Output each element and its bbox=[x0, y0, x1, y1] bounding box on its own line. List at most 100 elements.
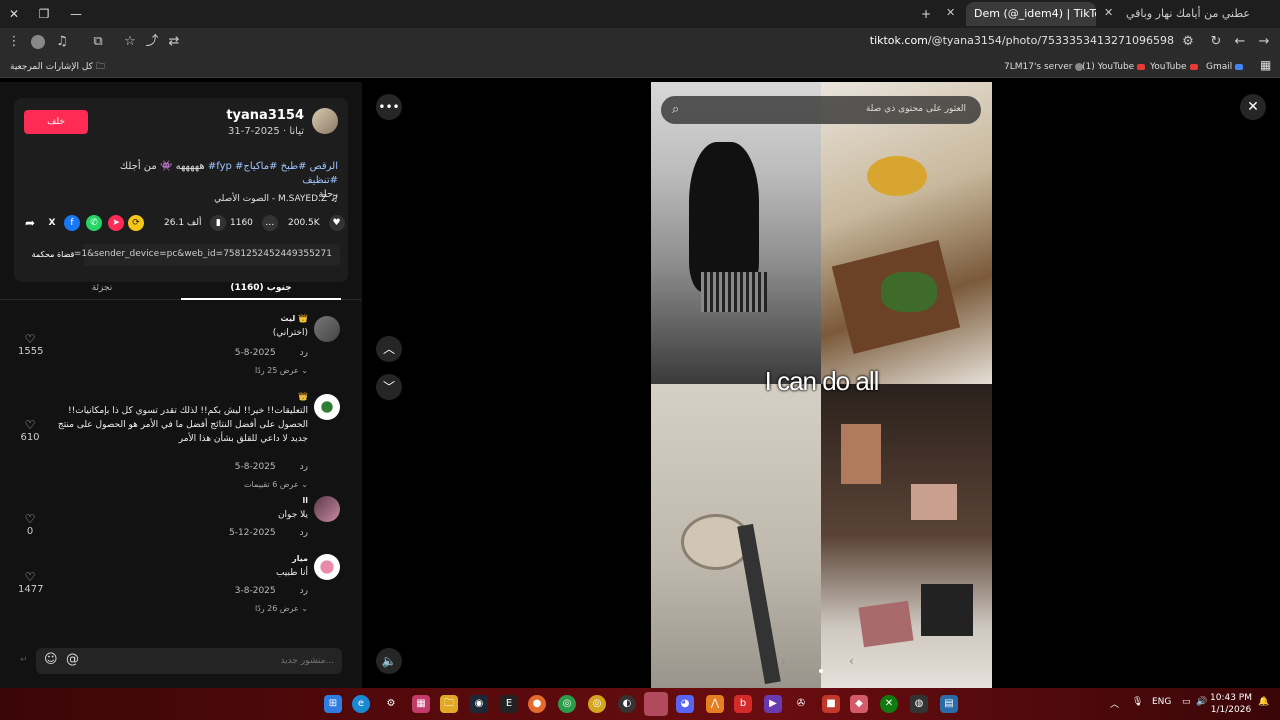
epic-games-icon[interactable]: E bbox=[500, 695, 518, 713]
commenter-avatar[interactable] bbox=[314, 496, 340, 522]
microphone-icon[interactable]: 🎙 bbox=[1132, 697, 1143, 707]
commenter-name[interactable]: 👑 bbox=[298, 392, 308, 401]
media-icon[interactable]: ♫ bbox=[52, 32, 72, 52]
music-link[interactable]: الصوت الأصلي - M.SAYED.Z ♫ bbox=[214, 194, 338, 204]
volume-icon[interactable]: 🔈 bbox=[376, 648, 402, 674]
caption-hashtags[interactable]: #fyp #الرقص #طبخ #ماكياج #تنظيف bbox=[208, 161, 338, 186]
file-explorer-icon[interactable]: 🗀 bbox=[440, 695, 458, 713]
active-app-icon[interactable] bbox=[644, 692, 668, 716]
commenter-name[interactable]: ll bbox=[303, 496, 308, 505]
comment-input[interactable] bbox=[114, 652, 334, 670]
translate-icon[interactable]: ⇄ bbox=[164, 32, 184, 52]
follow-button[interactable]: خلف bbox=[24, 110, 88, 134]
related-search-bar[interactable]: ⌕ العثور على محتوى ذي صلة bbox=[661, 96, 981, 124]
xbox-icon[interactable]: ✕ bbox=[880, 695, 898, 713]
author-avatar[interactable] bbox=[312, 108, 338, 134]
minimize-window-icon[interactable]: — bbox=[66, 4, 86, 24]
view-replies-link[interactable]: عرض 26 ردًا ⌄ bbox=[255, 604, 308, 613]
reload-icon[interactable]: ↻ bbox=[1206, 32, 1226, 52]
app-icon[interactable]: ● bbox=[528, 695, 546, 713]
app-icon[interactable]: b bbox=[734, 695, 752, 713]
prev-photo-arrow-icon[interactable]: ‹ bbox=[849, 654, 854, 668]
chrome-icon[interactable]: ◎ bbox=[558, 695, 576, 713]
tab-creator-videos[interactable]: نجزئة bbox=[22, 278, 182, 298]
save-button[interactable]: 26.1 ألف ▮ bbox=[164, 212, 227, 234]
menu-icon[interactable]: ⋮ bbox=[4, 32, 24, 52]
tab-tiktok[interactable]: Dem (@_idem4) | TikTok(1) bbox=[966, 2, 1096, 26]
chrome-icon[interactable]: ◎ bbox=[588, 695, 606, 713]
comment-like-button[interactable]: ♡ 1555 bbox=[18, 332, 43, 357]
emoji-icon[interactable]: ☺ bbox=[44, 652, 58, 667]
commenter-avatar[interactable] bbox=[314, 394, 340, 420]
reply-link[interactable]: رد bbox=[300, 348, 308, 358]
reply-link[interactable]: رد bbox=[300, 528, 308, 538]
windows-start-icon[interactable]: ⊞ bbox=[324, 695, 342, 713]
repost-icon[interactable]: ⟳ bbox=[128, 212, 144, 234]
app-icon[interactable]: ⋀ bbox=[706, 695, 724, 713]
edge-icon[interactable]: e bbox=[352, 695, 370, 713]
notification-bell-icon[interactable]: 🔔 bbox=[1258, 697, 1269, 707]
language-indicator[interactable]: ENG bbox=[1152, 697, 1171, 707]
bookmark-youtube-1[interactable]: (1) YouTube bbox=[1082, 59, 1146, 75]
url-field[interactable]: tiktok.com/@tyana3154/photo/753335341327… bbox=[870, 34, 1174, 47]
profile-avatar[interactable] bbox=[28, 32, 48, 52]
username[interactable]: tyana3154 bbox=[226, 108, 304, 123]
share-icon[interactable]: ⤴ bbox=[142, 32, 162, 52]
extensions-icon[interactable]: ⧉ bbox=[88, 32, 108, 52]
tab-comments[interactable]: جنوب (1160) bbox=[181, 278, 341, 300]
commenter-name[interactable]: ميار bbox=[292, 554, 308, 563]
all-bookmarks-folder[interactable]: كل الإشارات المرجعية 🗀 bbox=[10, 59, 105, 75]
x-share-icon[interactable]: X bbox=[44, 212, 60, 234]
comments-button[interactable]: 1160 … bbox=[230, 212, 278, 234]
volume-tray-icon[interactable]: 🔊 bbox=[1196, 697, 1207, 707]
like-button[interactable]: 200.5K ♥ bbox=[288, 212, 345, 234]
app-icon[interactable]: ◆ bbox=[850, 695, 868, 713]
close-tab-icon[interactable]: ✕ bbox=[946, 6, 955, 19]
share-link-text[interactable]: ...=1&sender_device=pc&web_id=7581252452… bbox=[65, 249, 332, 259]
back-icon[interactable]: ← bbox=[1230, 32, 1250, 52]
facebook-share-icon[interactable]: f bbox=[64, 212, 80, 234]
reply-link[interactable]: رد bbox=[300, 462, 308, 472]
mention-icon[interactable]: @ bbox=[66, 652, 79, 667]
steam-icon[interactable]: ◉ bbox=[470, 695, 488, 713]
new-tab-icon[interactable]: + bbox=[916, 4, 936, 24]
app-icon[interactable]: ▤ bbox=[940, 695, 958, 713]
previous-post-button[interactable]: ︿ bbox=[376, 336, 402, 362]
store-icon[interactable]: ▦ bbox=[412, 695, 430, 713]
close-window-icon[interactable]: ✕ bbox=[4, 4, 24, 24]
app-icon[interactable]: ✇ bbox=[792, 695, 810, 713]
app-icon[interactable]: ▶ bbox=[764, 695, 782, 713]
system-clock[interactable]: 10:43 PM 1/1/2026 bbox=[1210, 692, 1252, 716]
commenter-avatar[interactable] bbox=[314, 316, 340, 342]
more-options-icon[interactable]: ••• bbox=[376, 94, 402, 120]
bookmark-gmail[interactable]: Gmail bbox=[1206, 59, 1244, 75]
comment-like-button[interactable]: ♡ 1477 bbox=[18, 570, 43, 595]
app-icon[interactable]: ■ bbox=[822, 695, 840, 713]
close-viewer-icon[interactable]: ✕ bbox=[1240, 94, 1266, 120]
share-arrow-icon[interactable]: ➦ bbox=[22, 212, 38, 234]
forward-icon[interactable]: → bbox=[1254, 32, 1274, 52]
close-tab-icon[interactable]: ✕ bbox=[1104, 6, 1113, 19]
discord-icon[interactable]: ◕ bbox=[676, 695, 694, 713]
browser-icon[interactable]: ◐ bbox=[618, 695, 636, 713]
photo-slide[interactable]: ⌕ العثور على محتوى ذي صلة I can do all ›… bbox=[651, 82, 992, 688]
view-replies-link[interactable]: عرض 6 تقييمات ⌄ bbox=[244, 480, 308, 489]
reply-link[interactable]: رد bbox=[300, 586, 308, 596]
app-icon[interactable]: ◍ bbox=[910, 695, 928, 713]
bookmark-youtube-2[interactable]: YouTube bbox=[1150, 59, 1198, 75]
settings-icon[interactable]: ⚙ bbox=[382, 695, 400, 713]
view-replies-link[interactable]: عرض 25 ردًا ⌄ bbox=[255, 366, 308, 375]
comment-like-button[interactable]: ♡ 610 bbox=[18, 418, 42, 443]
tray-expand-icon[interactable]: ︿ bbox=[1110, 697, 1119, 710]
post-button[interactable]: ↵ bbox=[20, 655, 28, 665]
apps-grid-icon[interactable]: ▦ bbox=[1260, 57, 1271, 73]
whatsapp-share-icon[interactable]: ✆ bbox=[86, 212, 102, 234]
commenter-avatar[interactable] bbox=[314, 554, 340, 580]
network-icon[interactable]: ▭ bbox=[1182, 697, 1191, 707]
comment-like-button[interactable]: ♡ 0 bbox=[18, 512, 42, 537]
commenter-name[interactable]: ليث 👑 bbox=[281, 314, 309, 323]
next-photo-arrow-icon[interactable]: › bbox=[781, 654, 786, 668]
site-settings-icon[interactable]: ⚙ bbox=[1178, 32, 1198, 52]
tab-youtube[interactable]: عطني من أيامك نهار وباقي cloud bbox=[1118, 2, 1254, 26]
bookmark-star-icon[interactable]: ☆ bbox=[120, 32, 140, 52]
